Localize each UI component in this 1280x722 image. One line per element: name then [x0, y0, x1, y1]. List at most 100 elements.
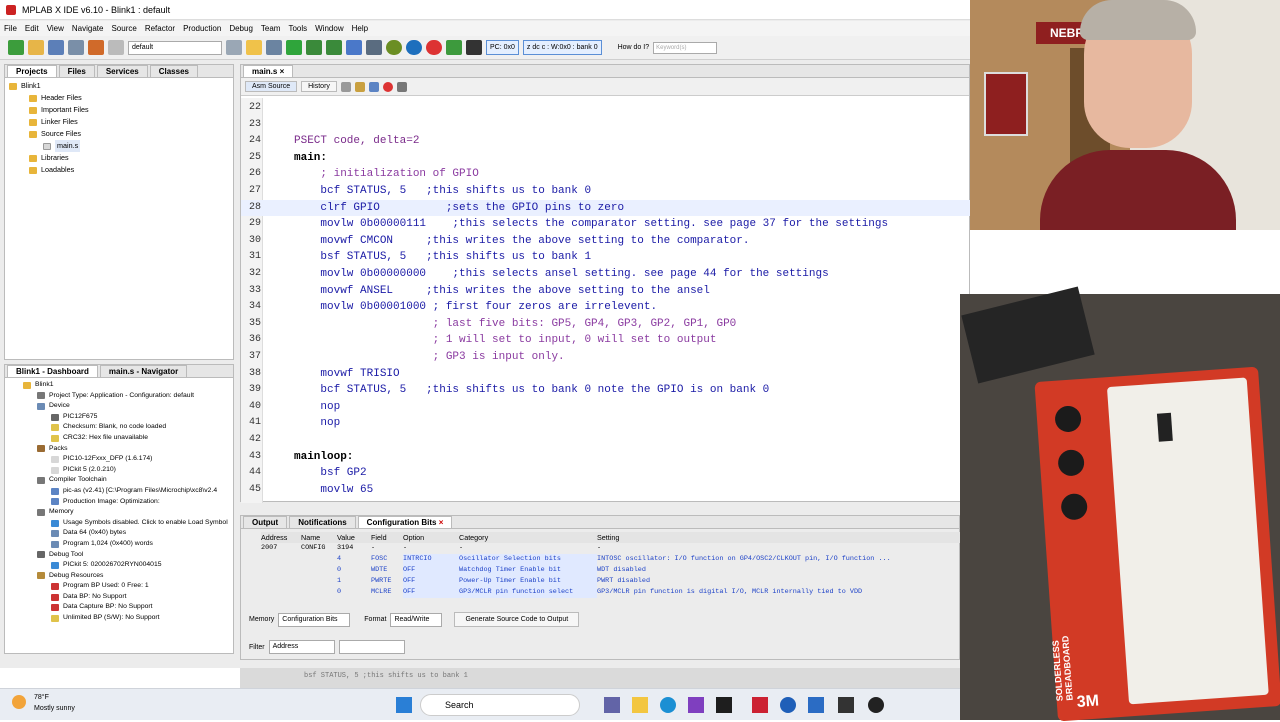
table-cell[interactable]: OFF: [403, 587, 459, 598]
code-line[interactable]: 38 movwf TRISIO: [241, 366, 971, 383]
menu-source[interactable]: Source: [111, 24, 136, 33]
taskbar-search[interactable]: Search: [420, 694, 580, 716]
dashboard-item[interactable]: Project Type: Application - Configuratio…: [23, 391, 233, 402]
menu-navigate[interactable]: Navigate: [72, 24, 104, 33]
tab-history[interactable]: History: [301, 81, 337, 92]
tree-item-main-s[interactable]: main.s: [9, 140, 233, 152]
dashboard-item[interactable]: Blink1: [23, 380, 233, 391]
save-all-icon[interactable]: [68, 40, 84, 55]
format-select[interactable]: Read/Write: [390, 612, 443, 627]
dashboard-item[interactable]: PIC12F675: [23, 412, 233, 423]
filter-input[interactable]: [338, 640, 405, 654]
code-line[interactable]: 30 movwf CMCON ;this writes the above se…: [241, 233, 971, 250]
generate-source-button[interactable]: Generate Source Code to Output: [454, 612, 580, 627]
run-icon[interactable]: [286, 40, 302, 55]
table-row[interactable]: 0 WDTE OFF Watchdog Timer Enable bit WDT dis…: [261, 565, 961, 576]
code-line[interactable]: 32 movlw 0b00000000 ;this selects ansel …: [241, 266, 971, 283]
dashboard-item[interactable]: Usage Symbols disabled. Click to enable …: [23, 518, 233, 529]
code-line[interactable]: 34 movlw 0b00001000 ; first four zeros a…: [241, 299, 971, 316]
table-row[interactable]: 4 FOSC INTRCIO Oscillator Selection bits INT…: [261, 554, 961, 565]
tree-item-project[interactable]: Blink1: [9, 80, 233, 92]
dashboard-item[interactable]: PICkit 5 (2.0.210): [23, 465, 233, 476]
close-icon[interactable]: ×: [439, 518, 444, 527]
tab-main-s[interactable]: main.s ×: [243, 65, 294, 77]
configuration-select[interactable]: default: [128, 40, 222, 55]
tree-item-linker-files[interactable]: Linker Files: [9, 116, 233, 128]
dv-icon[interactable]: [386, 40, 402, 55]
read-device-icon[interactable]: [326, 40, 342, 55]
tree-item-loadables[interactable]: Loadables: [9, 164, 233, 176]
record-macro-icon[interactable]: [382, 81, 393, 92]
menu-refactor[interactable]: Refactor: [145, 24, 175, 33]
tree-item-source-files[interactable]: Source Files: [9, 128, 233, 140]
dashboard-item[interactable]: Compiler Toolchain: [23, 475, 233, 486]
chrome-icon[interactable]: [780, 697, 796, 713]
table-row[interactable]: 1 PWRTE OFF Power-Up Timer Enable bit PWRT d…: [261, 576, 961, 587]
dashboard-item[interactable]: Data BP: No Support: [23, 592, 233, 603]
build-icon[interactable]: [246, 40, 262, 55]
filter-select[interactable]: Address: [268, 640, 335, 654]
tab-dashboard[interactable]: Blink1 - Dashboard: [7, 365, 98, 377]
memory-select[interactable]: Configuration Bits: [278, 612, 351, 627]
dashboard-item[interactable]: PICkit 5: 020026702RYN004015: [23, 560, 233, 571]
file-explorer-icon[interactable]: [632, 697, 648, 713]
app-icon[interactable]: [688, 697, 704, 713]
tab-configuration-bits[interactable]: Configuration Bits ×: [357, 516, 453, 528]
code-line[interactable]: 36 ; 1 will set to input, 0 will set to …: [241, 332, 971, 349]
tree-item-header-files[interactable]: Header Files: [9, 92, 233, 104]
outlook-icon[interactable]: [808, 697, 824, 713]
tab-output[interactable]: Output: [243, 516, 288, 528]
tab-classes[interactable]: Classes: [149, 65, 198, 77]
tab-files[interactable]: Files: [58, 65, 95, 77]
code-line[interactable]: 27 bcf STATUS, 5 ;this shifts us to bank…: [241, 183, 971, 200]
code-line[interactable]: 44 bsf GP2: [241, 465, 971, 482]
tree-item-libraries[interactable]: Libraries: [9, 152, 233, 164]
indent-icon[interactable]: [368, 81, 379, 92]
log-icon[interactable]: [466, 40, 482, 55]
app-icon[interactable]: [716, 697, 732, 713]
menu-view[interactable]: View: [47, 24, 64, 33]
set-config-icon[interactable]: [226, 40, 242, 55]
dashboard-item[interactable]: Debug Resources: [23, 571, 233, 582]
dashboard-item[interactable]: Program BP Used: 0 Free: 1: [23, 581, 233, 592]
code-line[interactable]: 25 main:: [241, 150, 971, 167]
table-cell[interactable]: OFF: [403, 565, 459, 576]
dashboard-item[interactable]: Data 64 (0x40) bytes: [23, 528, 233, 539]
start-icon[interactable]: [396, 697, 412, 713]
app-icon[interactable]: [868, 697, 884, 713]
dashboard-item[interactable]: PIC10-12Fxxx_DFP (1.6.174): [23, 454, 233, 465]
new-project-icon[interactable]: [8, 40, 24, 55]
code-line[interactable]: 43 mainloop:: [241, 449, 971, 466]
new-file-icon[interactable]: [28, 40, 44, 55]
menu-debug[interactable]: Debug: [229, 24, 253, 33]
debug-icon[interactable]: [346, 40, 362, 55]
table-row[interactable]: 2007 CONFIG 3194 - - - -: [261, 543, 961, 554]
code-line[interactable]: 45 movlw 65: [241, 482, 971, 499]
dashboard-item[interactable]: Unlimited BP (S/W): No Support: [23, 613, 233, 624]
code-line[interactable]: 37 ; GP3 is input only.: [241, 349, 971, 366]
app-icon[interactable]: [838, 697, 854, 713]
code-line[interactable]: 22: [241, 100, 971, 117]
dashboard-item[interactable]: pic-as (v2.41) [C:\Program Files\Microch…: [23, 486, 233, 497]
dashboard-item[interactable]: Program 1,024 (0x400) words: [23, 539, 233, 550]
dashboard-item[interactable]: Device: [23, 401, 233, 412]
table-cell[interactable]: INTRCIO: [403, 554, 459, 565]
search-icon[interactable]: [340, 81, 351, 92]
code-line[interactable]: 31 bsf STATUS, 5 ;this shifts us to bank…: [241, 249, 971, 266]
dashboard-item[interactable]: Memory: [23, 507, 233, 518]
menu-production[interactable]: Production: [183, 24, 221, 33]
redo-icon[interactable]: [108, 40, 124, 55]
mplab-taskbar-icon[interactable]: [752, 697, 768, 713]
code-line[interactable]: 35 ; last five bits: GP5, GP4, GP3, GP2,…: [241, 316, 971, 333]
open-project-icon[interactable]: [48, 40, 64, 55]
code-line[interactable]: 29 movlw 0b00000111 ;this selects the co…: [241, 216, 971, 233]
stop-macro-icon[interactable]: [396, 81, 407, 92]
code-line[interactable]: 24 PSECT code, delta=2: [241, 133, 971, 150]
dashboard-item[interactable]: Production Image: Optimization:: [23, 497, 233, 508]
cart-icon[interactable]: [446, 40, 462, 55]
mcc-icon[interactable]: [406, 40, 422, 55]
code-line[interactable]: 23: [241, 117, 971, 134]
tab-asm-source[interactable]: Asm Source: [245, 81, 298, 92]
tab-notifications[interactable]: Notifications: [289, 516, 356, 528]
undo-icon[interactable]: [88, 40, 104, 55]
